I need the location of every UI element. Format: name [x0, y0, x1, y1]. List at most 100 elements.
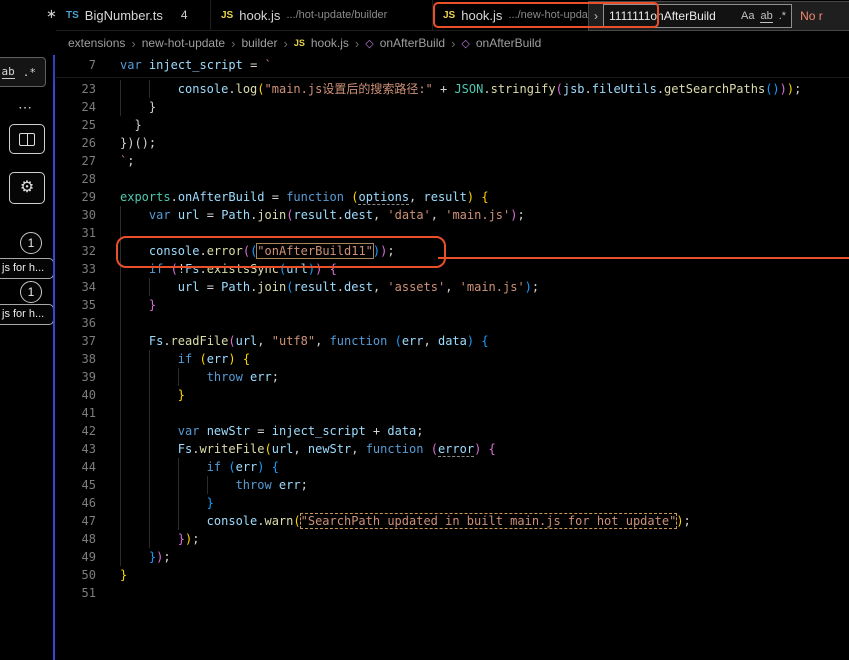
code-line[interactable]: 42 var newStr = inject_script + data;	[56, 422, 849, 440]
breadcrumb-item-onafterbuild[interactable]: onAfterBuild	[476, 36, 541, 50]
code-line[interactable]: 38 if (err) {	[56, 350, 849, 368]
code-line[interactable]: 36	[56, 314, 849, 332]
code-line[interactable]: 30 var url = Path.join(result.dest, 'data…	[56, 206, 849, 224]
line-number[interactable]: 47	[56, 512, 96, 530]
code-line[interactable]: 27 `;	[56, 152, 849, 170]
match-case-icon[interactable]: Aa	[741, 10, 754, 22]
line-number[interactable]: 34	[56, 278, 96, 296]
indent-guide	[120, 422, 149, 440]
indent-guide	[148, 530, 178, 548]
line-number[interactable]: 7	[56, 56, 96, 74]
code-text: })();	[120, 136, 157, 150]
indent-guide	[120, 98, 149, 116]
code-line[interactable]: 45 throw err;	[56, 476, 849, 494]
indent-guide	[120, 386, 149, 404]
code-line[interactable]: 51	[56, 584, 849, 602]
line-number[interactable]: 40	[56, 386, 96, 404]
indent-guide	[148, 512, 178, 530]
rail-item-js-for-h[interactable]: js for h...	[0, 258, 54, 279]
line-number[interactable]: 43	[56, 440, 96, 458]
line-number[interactable]: 33	[56, 260, 96, 278]
reader-mode-icon[interactable]	[9, 124, 45, 154]
line-number[interactable]: 42	[56, 422, 96, 440]
regex-icon[interactable]: .*	[779, 10, 786, 22]
code-text: throw err;	[120, 368, 279, 386]
tab-hook-js-hot-update[interactable]: JS hook.js .../hot-update/builder	[211, 0, 433, 30]
line-number[interactable]: 31	[56, 224, 96, 242]
breadcrumb-item-new-hot-update[interactable]: new-hot-update	[142, 36, 225, 50]
code-text: throw err;	[120, 476, 308, 494]
vscode-window: ∗ ab .* ⋯ ⚙ 1 js for h... 1 js for h... …	[0, 0, 849, 660]
whole-word-icon[interactable]: ab	[1, 65, 15, 79]
annotation-box-line32	[116, 236, 446, 268]
editor-group-sash[interactable]	[53, 55, 55, 660]
rail-item-js-for-h[interactable]: js for h...	[0, 304, 54, 325]
line-number[interactable]: 23	[56, 80, 96, 98]
code-line[interactable]: 41	[56, 404, 849, 422]
line-number[interactable]: 26	[56, 134, 96, 152]
line-number[interactable]: 50	[56, 566, 96, 584]
tab-bignumber-ts[interactable]: TS BigNumber.ts 4	[56, 0, 211, 30]
line-number[interactable]: 38	[56, 350, 96, 368]
code-line[interactable]: 28	[56, 170, 849, 188]
line-number[interactable]: 49	[56, 548, 96, 566]
breadcrumb-item-extensions[interactable]: extensions	[68, 36, 125, 50]
settings-gear-icon[interactable]: ⚙	[9, 172, 45, 204]
code-line[interactable]: 35}	[56, 296, 849, 314]
code-text: console.log("main.js设置后的搜索路径:" + JSON.st…	[120, 80, 801, 98]
line-number[interactable]: 27	[56, 152, 96, 170]
code-line[interactable]: 46}	[56, 494, 849, 512]
line-number[interactable]: 30	[56, 206, 96, 224]
line-number[interactable]: 24	[56, 98, 96, 116]
code-line[interactable]: 34 url = Path.join(result.dest, 'assets',…	[56, 278, 849, 296]
line-number[interactable]: 35	[56, 296, 96, 314]
code-line[interactable]: 40}	[56, 386, 849, 404]
code-line[interactable]: 23 console.log("main.js设置后的搜索路径:" + JSON.…	[56, 80, 849, 98]
code-text: var url = Path.join(result.dest, 'data',…	[120, 206, 525, 224]
overflow-ellipsis-icon[interactable]: ⋯	[18, 99, 32, 116]
line-number[interactable]: 36	[56, 314, 96, 332]
line-number[interactable]: 44	[56, 458, 96, 476]
line-number[interactable]: 51	[56, 584, 96, 602]
breadcrumb-item-builder[interactable]: builder	[241, 36, 277, 50]
breadcrumb-item-onafterbuild[interactable]: onAfterBuild	[380, 36, 445, 50]
code-line[interactable]: 29 exports.onAfterBuild = function (optio…	[56, 188, 849, 206]
gear-glyph: ⚙	[19, 179, 35, 196]
code-line[interactable]: 50}	[56, 566, 849, 584]
whole-word-icon[interactable]: ab	[760, 10, 773, 23]
code-line[interactable]: 49});	[56, 548, 849, 566]
line-number[interactable]: 37	[56, 332, 96, 350]
line-number[interactable]: 41	[56, 404, 96, 422]
regex-icon[interactable]: .*	[23, 66, 36, 79]
indent-guide	[120, 368, 149, 386]
breadcrumb-item-hook-js[interactable]: hook.js	[311, 36, 349, 50]
indent-guide	[148, 404, 178, 422]
indent-guide	[120, 350, 149, 368]
line-number[interactable]: 46	[56, 494, 96, 512]
code-line[interactable]: 37 Fs.readFile(url, "utf8", function (err…	[56, 332, 849, 350]
code-line[interactable]: 44 if (err) {	[56, 458, 849, 476]
code-editor[interactable]: 7 var inject_script = ` 23 console.log("ma…	[56, 56, 849, 660]
line-number[interactable]: 45	[56, 476, 96, 494]
code-line[interactable]: 24}	[56, 98, 849, 116]
line-number[interactable]: 39	[56, 368, 96, 386]
code-line[interactable]: 25 }	[56, 116, 849, 134]
symbol-function-icon: ◇	[461, 37, 470, 50]
code-line[interactable]: 26 })();	[56, 134, 849, 152]
line-number[interactable]: 28	[56, 170, 96, 188]
code-line[interactable]: 39 throw err;	[56, 368, 849, 386]
code-line[interactable]: 43 Fs.writeFile(url, newStr, function (er…	[56, 440, 849, 458]
chevron-right-icon: ›	[231, 35, 236, 51]
code-line[interactable]: 48});	[56, 530, 849, 548]
javascript-file-icon: JS	[293, 38, 305, 48]
indent-guide	[120, 404, 149, 422]
line-number[interactable]: 48	[56, 530, 96, 548]
line-number[interactable]: 32	[56, 242, 96, 260]
breadcrumb: extensions › new-hot-update › builder › …	[56, 30, 849, 56]
line-number[interactable]: 29	[56, 188, 96, 206]
code-line[interactable]: 47 console.warn("SearchPath updated in bu…	[56, 512, 849, 530]
line-number[interactable]: 25	[56, 116, 96, 134]
tab-label: hook.js	[239, 7, 281, 23]
sticky-line[interactable]: 7 var inject_script = `	[56, 56, 849, 78]
code-line[interactable]: 7 var inject_script = `	[56, 56, 849, 74]
